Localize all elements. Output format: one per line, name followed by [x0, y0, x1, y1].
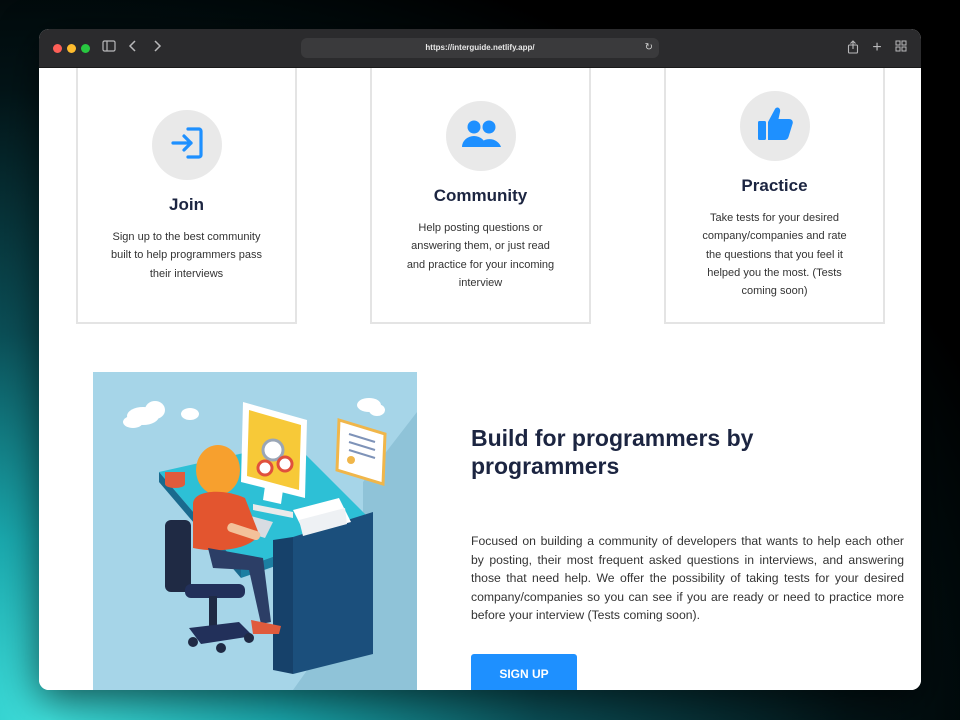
feature-card-join: Join Sign up to the best community built… [76, 68, 297, 324]
card-description: Sign up to the best community built to h… [110, 231, 262, 280]
page-content: Join Sign up to the best community built… [39, 68, 921, 690]
thumbs-up-icon [755, 104, 795, 149]
close-window-button[interactable] [53, 44, 62, 53]
icon-circle [445, 101, 516, 171]
feature-card-community: Community Help posting questions or answ… [370, 68, 591, 324]
users-icon [460, 117, 502, 156]
card-description: Help posting questions or answering them… [406, 222, 555, 289]
url-text: https://interguide.netlify.app/ [425, 43, 535, 52]
zoom-window-button[interactable] [81, 44, 90, 53]
address-bar[interactable]: https://interguide.netlify.app/ ↻ [301, 38, 659, 58]
new-tab-icon[interactable]: + [869, 40, 885, 56]
sign-in-icon [168, 124, 206, 167]
share-icon[interactable] [845, 40, 861, 56]
card-title: Practice [741, 176, 808, 195]
browser-window: https://interguide.netlify.app/ ↻ + Join… [39, 29, 921, 690]
reload-icon[interactable]: ↻ [645, 38, 653, 58]
card-description: Take tests for your desired company/comp… [702, 212, 847, 298]
sidebar-toggle-icon[interactable] [101, 40, 117, 56]
sign-up-button[interactable]: SIGN UP [471, 654, 577, 690]
card-title: Community [433, 186, 528, 205]
browser-toolbar: https://interguide.netlify.app/ ↻ + [39, 29, 921, 68]
promo-heading: Build for programmers by programmers [471, 425, 754, 479]
card-title: Join [169, 195, 204, 214]
minimize-window-button[interactable] [67, 44, 76, 53]
icon-circle [739, 91, 810, 161]
icon-circle [151, 110, 222, 180]
programmer-illustration [93, 372, 417, 690]
promo-description: Focused on building a community of devel… [471, 534, 904, 622]
tab-overview-icon[interactable] [893, 40, 909, 56]
feature-card-practice: Practice Take tests for your desired com… [664, 68, 885, 324]
forward-icon[interactable] [149, 40, 165, 56]
back-icon[interactable] [125, 40, 141, 56]
